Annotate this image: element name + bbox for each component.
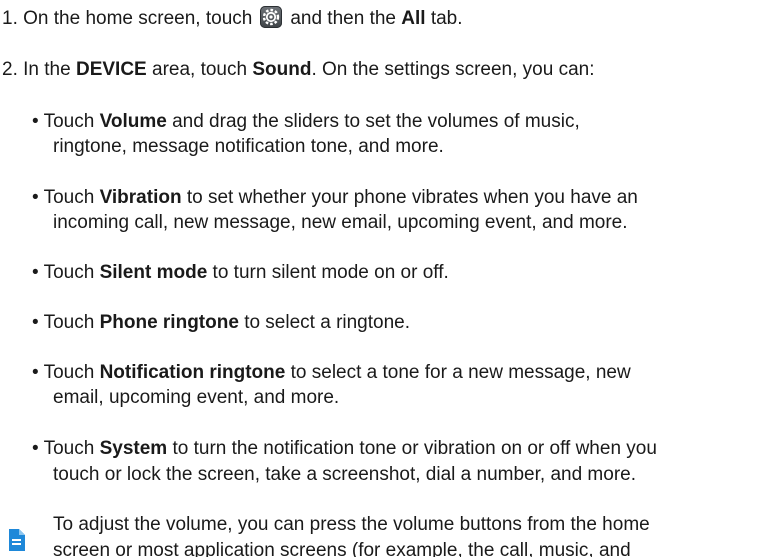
bullet-text: to select a tone for a new message, new: [290, 362, 631, 383]
bullet-text: Touch: [43, 438, 95, 459]
bullet-text: to turn silent mode on or off.: [212, 262, 449, 283]
bullet-phone-ringtone: • Touch Phone ringtone to select a ringt…: [32, 310, 410, 336]
step-number: 1.: [2, 8, 18, 29]
bullet-marker: •: [32, 111, 39, 132]
note-text-line-2: screen or most application screens (for …: [53, 540, 631, 557]
option-name: Vibration: [99, 187, 182, 208]
tab-name: All: [401, 8, 426, 29]
step-text: area, touch: [152, 59, 248, 80]
option-name: Phone ringtone: [99, 312, 239, 333]
bullet-system: • Touch System to turn the notification …: [32, 436, 657, 462]
step-number: 2.: [2, 59, 18, 80]
bullet-marker: •: [32, 187, 39, 208]
option-name: System: [99, 438, 168, 459]
menu-item-name: Sound: [252, 59, 312, 80]
option-name: Silent mode: [99, 262, 208, 283]
bullet-marker: •: [32, 312, 39, 333]
bullet-silent-mode: • Touch Silent mode to turn silent mode …: [32, 260, 449, 286]
bullet-text: to select a ringtone.: [244, 312, 411, 333]
bullet-vibration: • Touch Vibration to set whether your ph…: [32, 185, 638, 211]
option-name: Notification ringtone: [99, 362, 286, 383]
bullet-text: to set whether your phone vibrates when …: [186, 187, 638, 208]
step-text: . On the settings screen, you can:: [311, 59, 595, 80]
bullet-marker: •: [32, 262, 39, 283]
area-name: DEVICE: [75, 59, 147, 80]
step-2: 2. In the DEVICE area, touch Sound. On t…: [2, 57, 595, 83]
bullet-text: Touch: [43, 312, 95, 333]
step-1: 1. On the home screen, touch and then th…: [2, 6, 463, 32]
bullet-text: Touch: [43, 187, 95, 208]
step-text: tab.: [430, 8, 463, 29]
bullet-system-continued: touch or lock the screen, take a screens…: [53, 464, 636, 485]
settings-icon: [260, 6, 283, 28]
bullet-volume: • Touch Volume and drag the sliders to s…: [32, 109, 580, 135]
bullet-notification-ringtone-continued: email, upcoming event, and more.: [53, 387, 340, 408]
bullet-text: and drag the sliders to set the volumes …: [172, 111, 580, 132]
bullet-vibration-continued: incoming call, new message, new email, u…: [53, 212, 628, 233]
step-text: In the: [23, 59, 71, 80]
bullet-marker: •: [32, 438, 39, 459]
note-text-line-1: To adjust the volume, you can press the …: [53, 514, 650, 535]
bullet-notification-ringtone: • Touch Notification ringtone to select …: [32, 360, 631, 386]
note-icon: [9, 529, 25, 551]
bullet-text: to turn the notification tone or vibrati…: [172, 438, 657, 459]
bullet-text: Touch: [43, 262, 95, 283]
step-text: On the home screen, touch: [23, 8, 253, 29]
bullet-text: Touch: [43, 111, 95, 132]
bullet-volume-continued: ringtone, message notification tone, and…: [53, 136, 444, 157]
option-name: Volume: [99, 111, 167, 132]
step-text: and then the: [290, 8, 396, 29]
bullet-marker: •: [32, 362, 39, 383]
bullet-text: Touch: [43, 362, 95, 383]
